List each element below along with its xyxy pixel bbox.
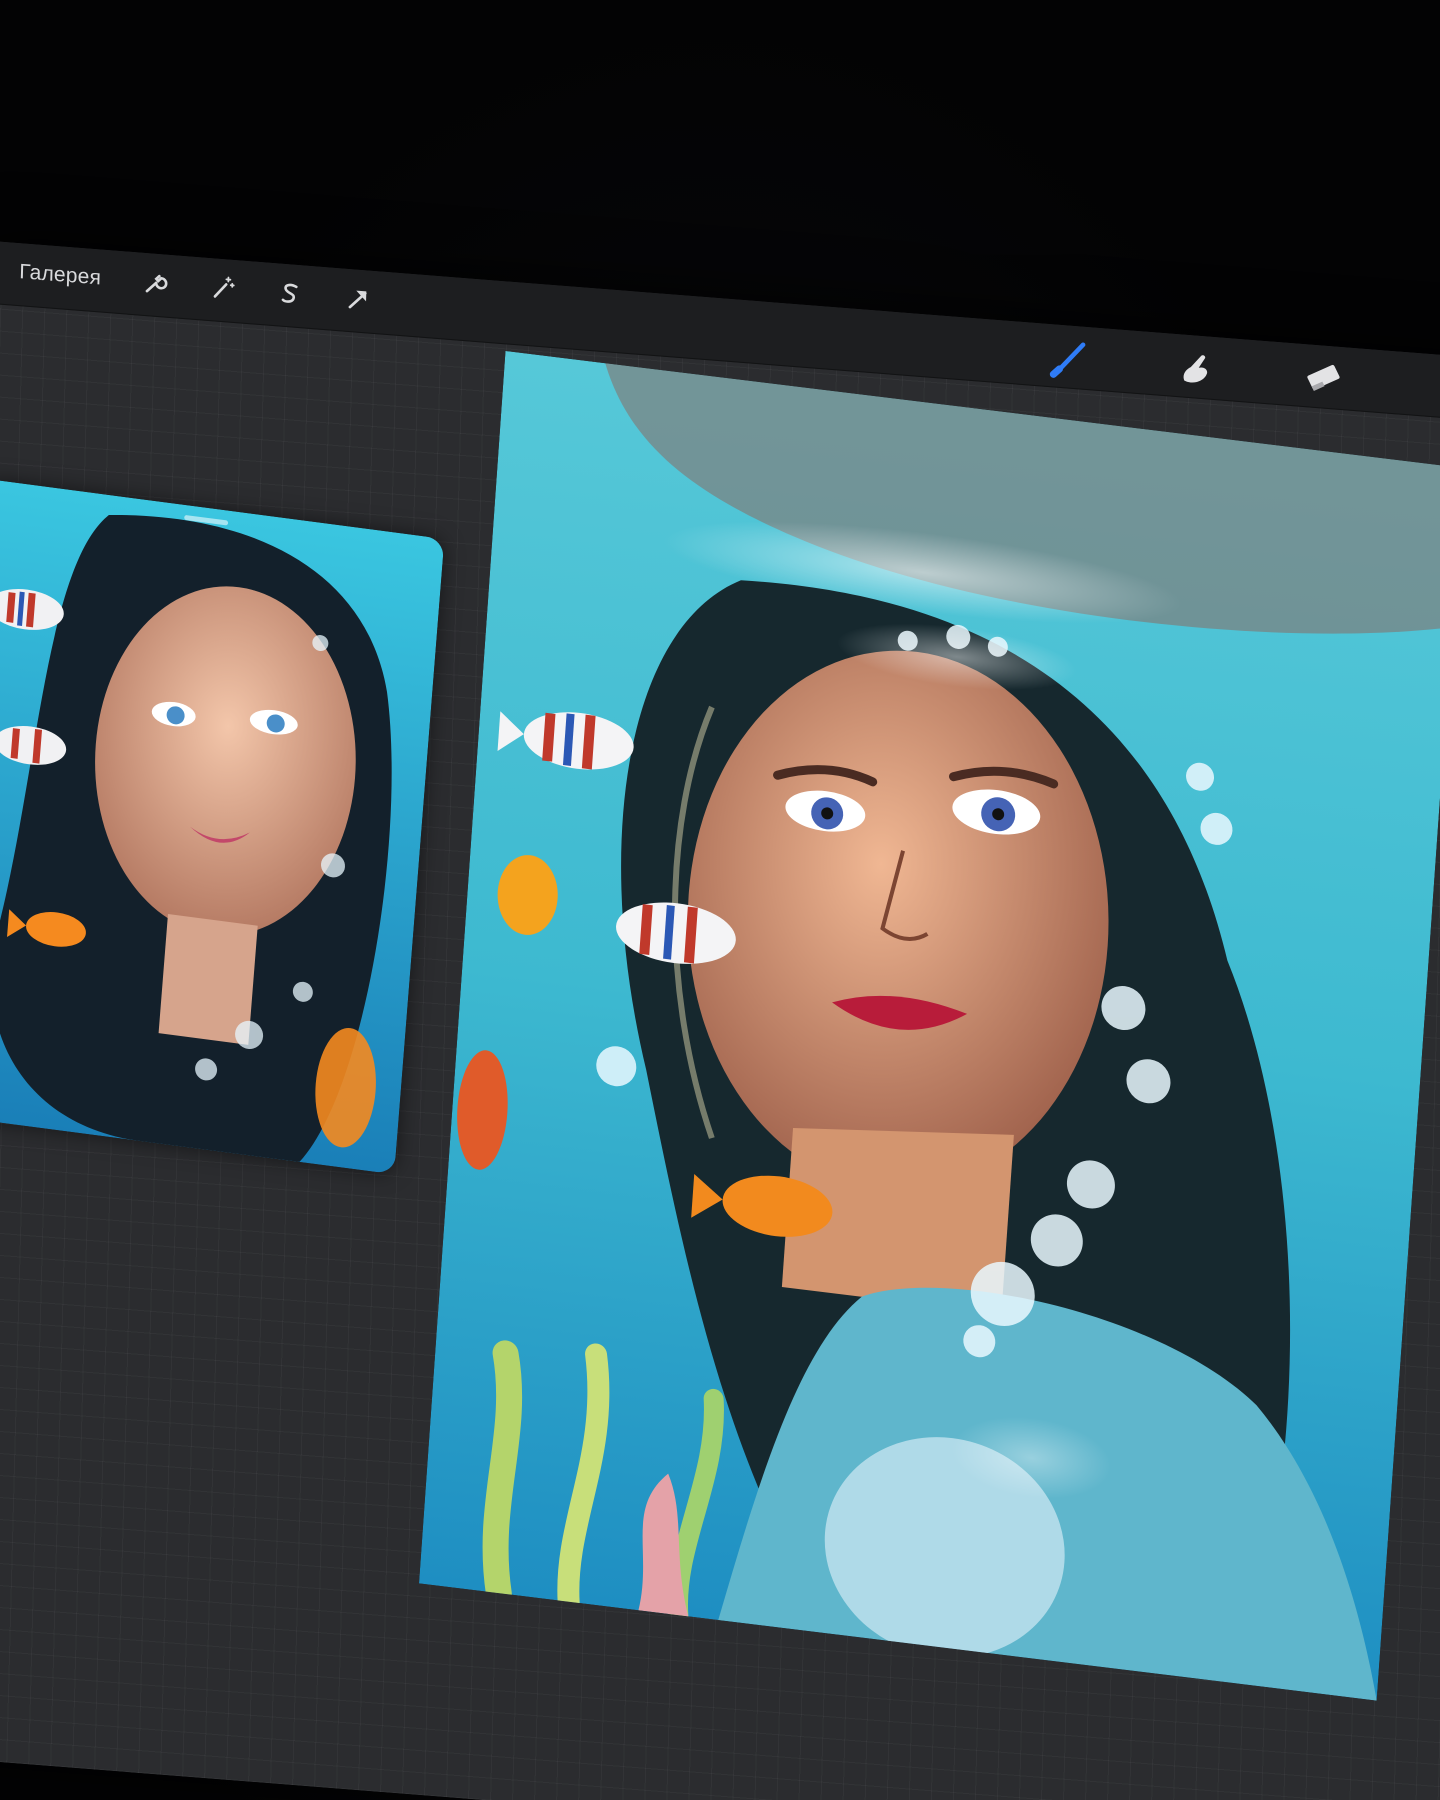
gallery-button[interactable]: Галерея [19, 260, 102, 290]
tablet-screen: Галерея [0, 240, 1440, 1800]
magic-wand-icon[interactable] [207, 272, 238, 304]
reference-image-panel[interactable] [0, 479, 445, 1175]
canvas-artwork [418, 350, 1440, 1701]
photo-scene: Галерея [0, 0, 1440, 1800]
toolbar-right-group [1048, 334, 1345, 401]
selection-s-icon[interactable] [275, 277, 306, 309]
drawing-canvas[interactable] [418, 350, 1440, 1701]
toolbar-left-group: Галерея [19, 257, 374, 315]
transform-arrow-icon[interactable] [343, 283, 374, 315]
reference-artwork [0, 479, 445, 1175]
smudge-icon[interactable] [1174, 344, 1219, 391]
eraser-icon[interactable] [1300, 354, 1345, 401]
brush-icon[interactable] [1048, 334, 1093, 381]
wrench-icon[interactable] [139, 267, 170, 299]
